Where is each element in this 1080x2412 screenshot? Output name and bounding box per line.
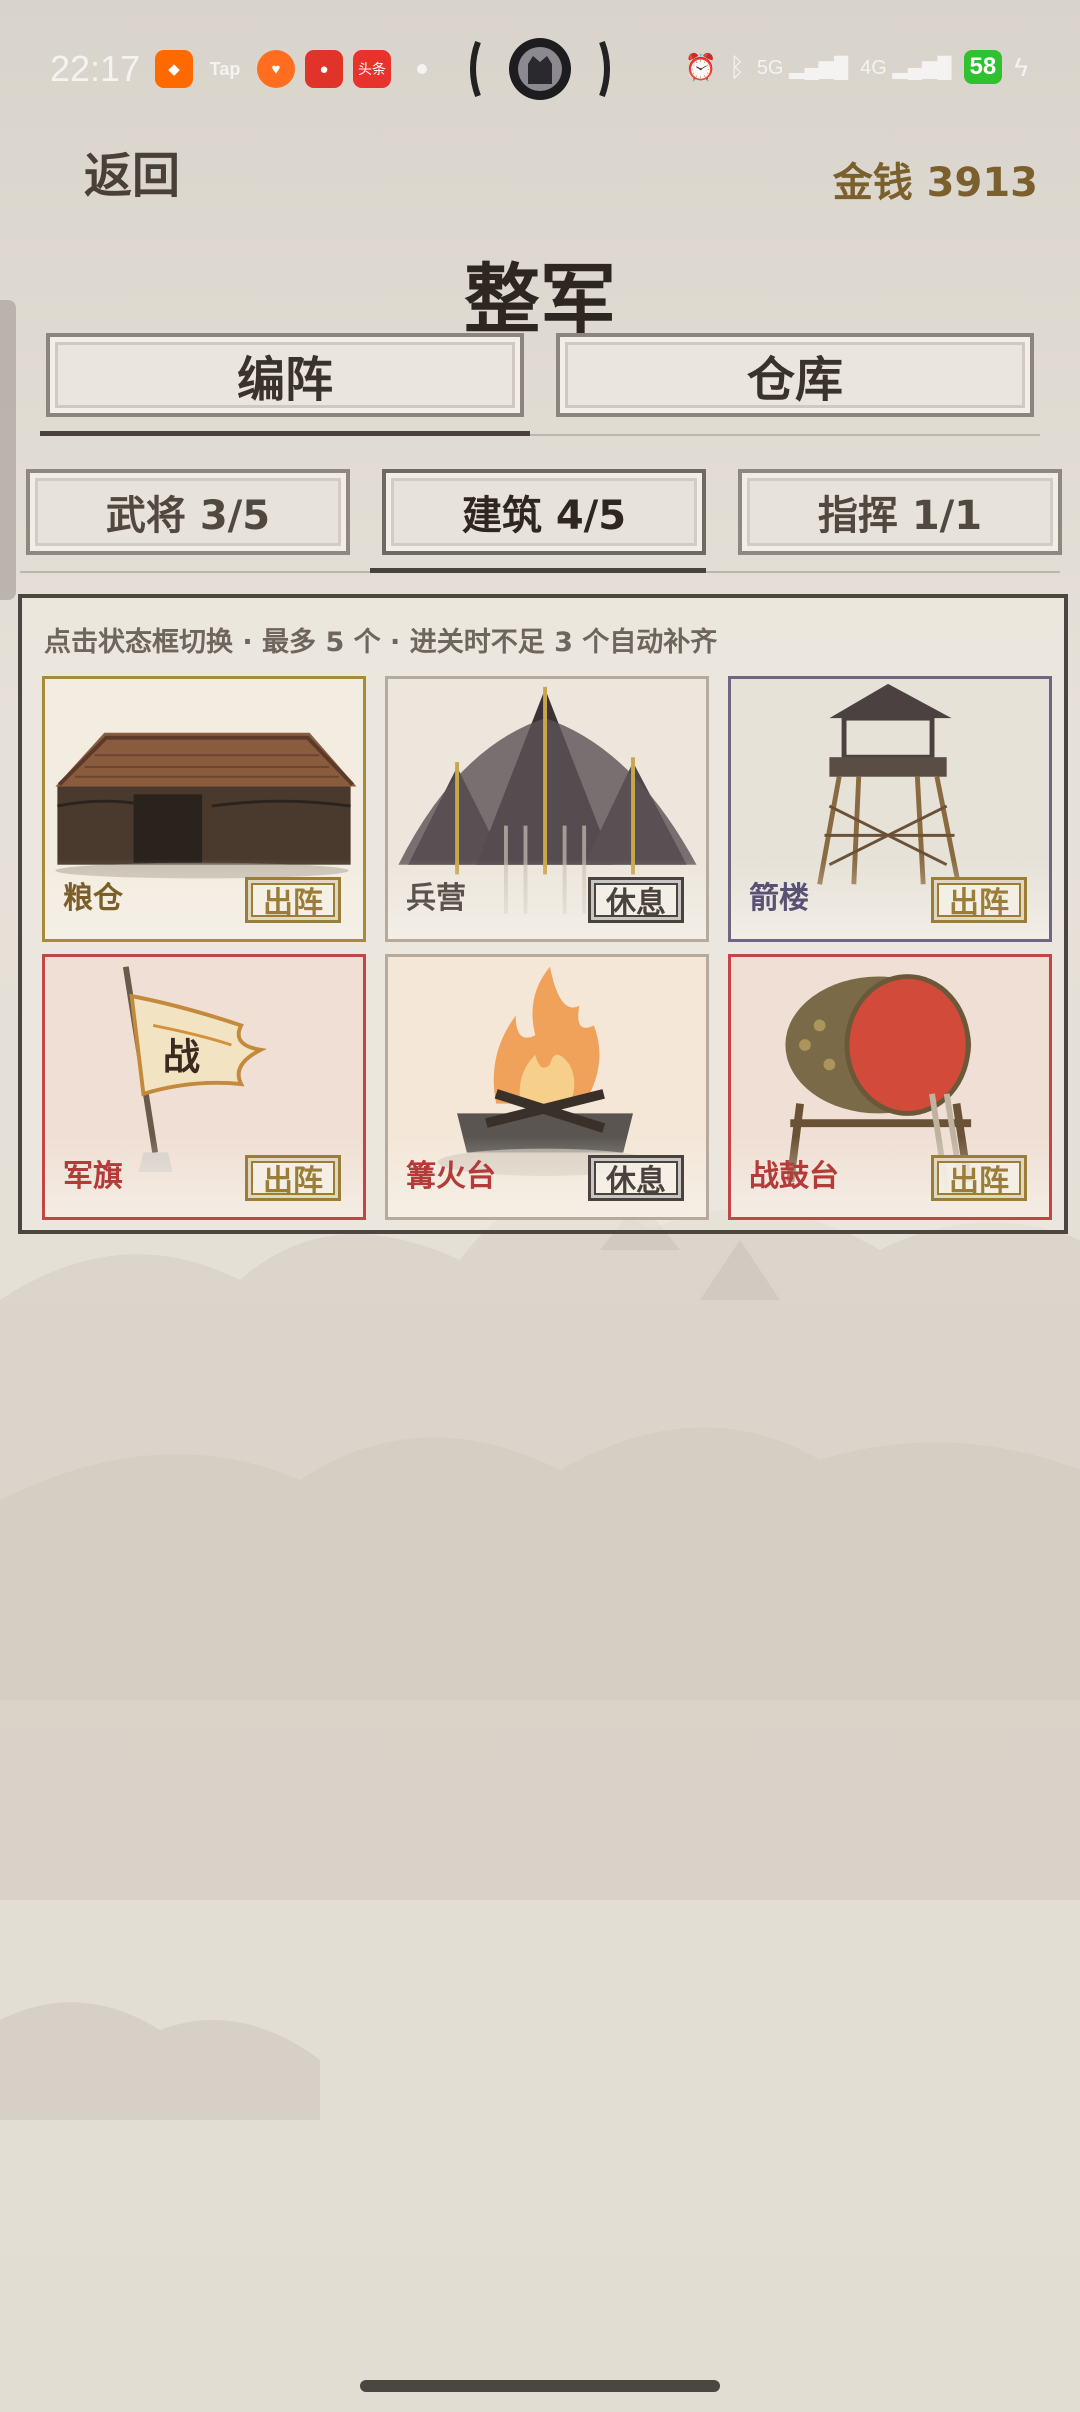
building-name: 兵营	[406, 881, 466, 916]
dynamic-island	[470, 38, 610, 100]
status-toggle-button[interactable]: 休息	[588, 877, 684, 923]
sub-tab-active-indicator	[370, 568, 706, 573]
status-toggle-button[interactable]: 出阵	[245, 877, 341, 923]
main-tab-active-indicator	[40, 431, 530, 436]
red-app-icon: ●	[305, 50, 343, 88]
home-indicator[interactable]	[360, 2380, 720, 2392]
taobao-icon: ◆	[155, 50, 193, 88]
taptap-icon: Tap	[209, 58, 241, 79]
tab-warehouse[interactable]: 仓库	[556, 333, 1034, 417]
building-name: 粮仓	[63, 881, 123, 916]
building-panel: 点击状态框切换 · 最多 5 个 · 进关时不足 3 个自动补齐 粮仓 出阵 兵…	[18, 594, 1068, 1234]
svg-text:战: 战	[163, 1035, 200, 1078]
money-counter: 金钱 3913	[832, 160, 1038, 206]
building-name: 军旗	[63, 1159, 123, 1194]
panel-hint: 点击状态框切换 · 最多 5 个 · 进关时不足 3 个自动补齐	[44, 627, 718, 658]
more-notifications-dot	[417, 64, 427, 74]
subtab-command[interactable]: 指挥 1/1	[738, 469, 1062, 555]
heart-app-icon: ♥	[257, 50, 295, 88]
building-name: 战鼓台	[749, 1159, 839, 1194]
battery-icon: 58	[963, 50, 1003, 84]
status-toggle-button[interactable]: 休息	[588, 1155, 684, 1201]
bluetooth-icon: ᛒ	[729, 51, 745, 82]
card-bonfire[interactable]: 篝火台 休息	[385, 954, 709, 1220]
status-toggle-button[interactable]: 出阵	[931, 1155, 1027, 1201]
card-arrow-tower[interactable]: 箭楼 出阵	[728, 676, 1052, 942]
building-name: 箭楼	[749, 881, 809, 916]
subtab-generals[interactable]: 武将 3/5	[26, 469, 350, 555]
card-barracks[interactable]: 兵营 休息	[385, 676, 709, 942]
status-toggle-button[interactable]: 出阵	[245, 1155, 341, 1201]
card-granary[interactable]: 粮仓 出阵	[42, 676, 366, 942]
card-war-flag[interactable]: 战 军旗 出阵	[42, 954, 366, 1220]
signal-4g-icon: 4G ▂▄▆█	[860, 56, 952, 79]
toutiao-icon: 头条	[353, 50, 391, 88]
page-title: 整军	[464, 255, 616, 344]
subtab-buildings[interactable]: 建筑 4/5	[382, 469, 706, 555]
status-bar: 22:17 ◆ Tap ♥ ● 头条 ⏰ ᛒ 5G ▂▄▆█ 4G ▂▄▆█ 5…	[0, 0, 1080, 140]
signal-5g-icon: 5G ▂▄▆█	[756, 56, 849, 79]
notification-icons: ◆ Tap ♥ ● 头条	[155, 50, 427, 88]
building-name: 篝火台	[406, 1159, 496, 1194]
status-toggle-button[interactable]: 出阵	[931, 877, 1027, 923]
alarm-icon: ⏰	[684, 51, 718, 82]
back-button[interactable]: 返回	[84, 136, 180, 206]
system-icons: ⏰ ᛒ 5G ▂▄▆█ 4G ▂▄▆█ 58 ϟ	[685, 50, 1028, 84]
charging-icon: ϟ	[1014, 51, 1028, 82]
card-war-drum[interactable]: 战鼓台 出阵	[728, 954, 1052, 1220]
tab-formation[interactable]: 编阵	[46, 333, 524, 417]
status-time: 22:17	[50, 48, 141, 89]
